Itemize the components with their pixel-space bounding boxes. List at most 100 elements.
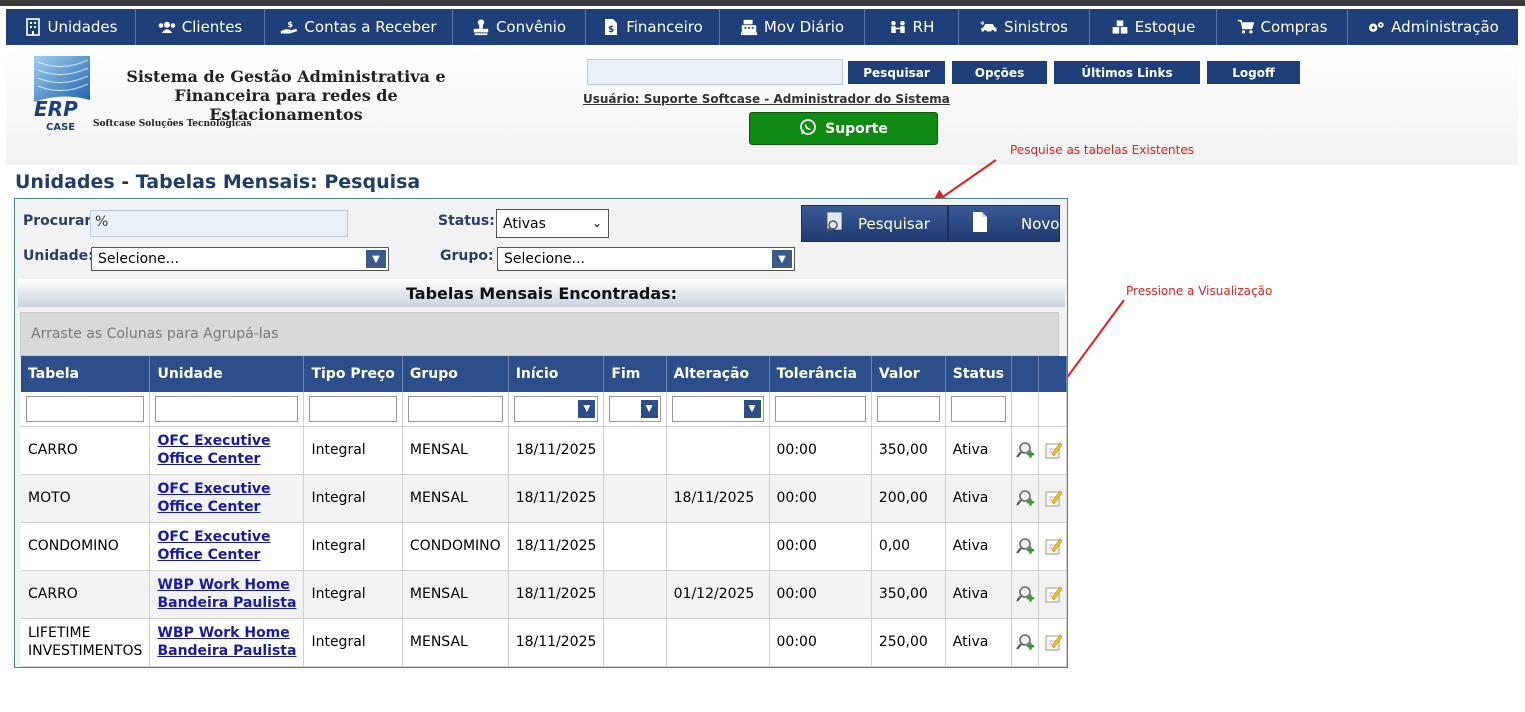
col-alteracao[interactable]: Alteração [666, 356, 770, 392]
cell-alteracao [666, 426, 770, 475]
stamp-icon [472, 18, 490, 36]
cell-inicio: 18/11/2025 [508, 474, 605, 523]
chevron-down-icon[interactable]: ▼ [640, 399, 658, 418]
nav-contas-a-receber[interactable]: $ Contas a Receber [265, 9, 453, 45]
chevron-down-icon[interactable]: ▼ [578, 399, 596, 418]
view-icon[interactable] [1014, 440, 1036, 460]
status-select[interactable]: Ativas ⌄ [496, 209, 609, 238]
group-drop-area[interactable]: Arraste as Colunas para Agrupá-las [20, 312, 1059, 356]
col-status[interactable]: Status [945, 356, 1013, 392]
pesquisar-button[interactable]: Pesquisar [801, 205, 948, 242]
logoff-button[interactable]: Logoff [1207, 61, 1300, 84]
filter-status-input[interactable] [950, 395, 1006, 422]
cell-alteracao [666, 618, 770, 667]
cell-tabela: CONDOMINO [21, 522, 151, 571]
col-valor[interactable]: Valor [871, 356, 946, 392]
top-search-button[interactable]: Pesquisar [848, 61, 945, 84]
grupo-select[interactable]: Selecione... ▼ [497, 247, 795, 271]
filter-row: ▼ ▼ ▼ [21, 392, 1067, 427]
procurar-label: Procurar: [23, 213, 97, 229]
grupo-label: Grupo: [440, 248, 494, 264]
cell-tipo: Integral [303, 522, 403, 571]
filter-fim-date[interactable]: ▼ [609, 395, 661, 422]
svg-text:CASE: CASE [46, 122, 75, 132]
edit-icon[interactable] [1041, 440, 1064, 460]
svg-text:$: $ [288, 19, 294, 29]
col-actions [1011, 356, 1040, 392]
cell-valor: 0,00 [871, 522, 946, 571]
col-actions-2 [1038, 356, 1067, 392]
cell-tipo: Integral [303, 570, 403, 619]
table-row: CONDOMINO OFC Executive Office Center Integ… [21, 522, 1067, 571]
col-tabela[interactable]: Tabela [21, 356, 151, 392]
col-fim[interactable]: Fim [603, 356, 667, 392]
unidade-link[interactable]: OFC Executive Office Center [157, 528, 296, 564]
filter-tolerancia-input[interactable] [774, 395, 866, 422]
nav-financeiro[interactable]: $ Financeiro [586, 9, 720, 45]
chevron-down-icon[interactable]: ▼ [743, 399, 761, 418]
last-links-button[interactable]: Últimos Links [1054, 61, 1200, 84]
document-dollar-icon: $ [602, 18, 620, 36]
nav-unidades[interactable]: Unidades [6, 9, 136, 45]
suporte-button[interactable]: Suporte [749, 112, 938, 145]
filter-inicio-date[interactable]: ▼ [513, 395, 599, 422]
filter-tabela-input[interactable] [26, 395, 145, 422]
unidade-link[interactable]: OFC Executive Office Center [157, 432, 296, 468]
view-icon[interactable] [1014, 632, 1036, 652]
table-row: MOTO OFC Executive Office Center Integral ME… [21, 474, 1067, 523]
cell-unidade: OFC Executive Office Center [149, 474, 305, 523]
filter-tipo-input[interactable] [309, 395, 397, 422]
unidade-link[interactable]: WBP Work Home Bandeira Paulista [157, 576, 296, 612]
nav-compras[interactable]: Compras [1217, 9, 1348, 45]
view-icon[interactable] [1014, 488, 1036, 508]
cell-fim [603, 426, 667, 475]
novo-button[interactable]: Novo [948, 205, 1060, 242]
page-title: Unidades - Tabelas Mensais: Pesquisa [15, 171, 421, 193]
nav-clientes[interactable]: Clientes [136, 9, 265, 45]
search-panel: Procurar: % Status: Ativas ⌄ Unidade: Se… [14, 198, 1068, 668]
options-button[interactable]: Opções [952, 61, 1047, 84]
cell-inicio: 18/11/2025 [508, 522, 605, 571]
cell-fim [603, 618, 667, 667]
cell-valor: 350,00 [871, 570, 946, 619]
cart-icon [1237, 18, 1255, 36]
view-icon[interactable] [1014, 536, 1036, 556]
col-inicio[interactable]: Início [508, 356, 605, 392]
found-title: Tabelas Mensais Encontradas: [18, 279, 1065, 307]
nav-estoque[interactable]: Estoque [1090, 9, 1217, 45]
filter-unidade-input[interactable] [155, 395, 299, 422]
boxes-icon [1111, 18, 1129, 36]
cell-tolerancia: 00:00 [769, 618, 872, 667]
edit-icon[interactable] [1041, 536, 1064, 556]
nav-administra-o[interactable]: Administração [1348, 9, 1518, 45]
top-search-input[interactable] [587, 59, 843, 85]
col-unidade[interactable]: Unidade [149, 356, 305, 392]
cell-unidade: WBP Work Home Bandeira Paulista [149, 570, 305, 619]
unidade-link[interactable]: OFC Executive Office Center [157, 480, 296, 516]
filter-valor-input[interactable] [876, 395, 940, 422]
col-tipo-preco[interactable]: Tipo Preço [303, 356, 403, 392]
cell-status: Ativa [945, 570, 1013, 619]
cell-unidade: OFC Executive Office Center [149, 522, 305, 571]
user-link[interactable]: Usuário: Suporte Softcase - Administrado… [583, 92, 950, 106]
nav-rh[interactable]: RH [865, 9, 959, 45]
nav-sinistros[interactable]: Sinistros [959, 9, 1090, 45]
cell-tabela: LIFETIME INVESTIMENTOS [21, 618, 151, 667]
filter-alteracao-date[interactable]: ▼ [671, 395, 764, 422]
cell-grupo: MENSAL [402, 618, 509, 667]
filter-grupo-input[interactable] [407, 395, 503, 422]
nav-conv-nio[interactable]: Convênio [453, 9, 586, 45]
cell-fim [603, 570, 667, 619]
edit-icon[interactable] [1041, 488, 1064, 508]
edit-icon[interactable] [1041, 632, 1064, 652]
procurar-input[interactable]: % [90, 210, 348, 237]
col-tolerancia[interactable]: Tolerância [769, 356, 872, 392]
cell-status: Ativa [945, 426, 1013, 475]
cell-status: Ativa [945, 618, 1013, 667]
unidade-link[interactable]: WBP Work Home Bandeira Paulista [157, 624, 296, 660]
nav-mov-di-rio[interactable]: Mov Diário [720, 9, 865, 45]
edit-icon[interactable] [1041, 584, 1064, 604]
col-grupo[interactable]: Grupo [402, 356, 509, 392]
unidade-select[interactable]: Selecione... ▼ [91, 247, 389, 271]
view-icon[interactable] [1014, 584, 1036, 604]
